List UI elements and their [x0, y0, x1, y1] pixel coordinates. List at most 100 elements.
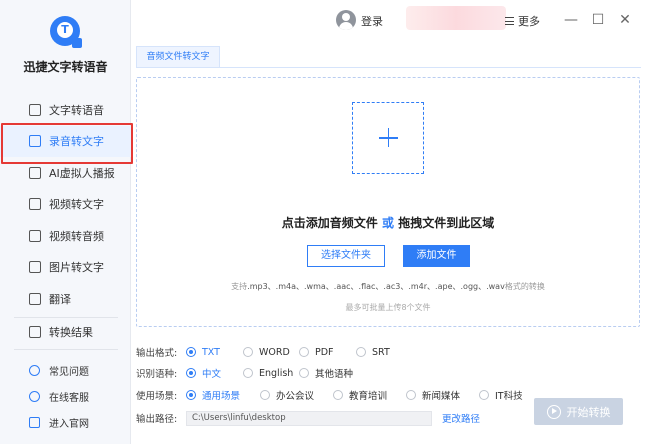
more-label: 更多	[518, 15, 540, 28]
website-label: 进入官网	[49, 418, 89, 430]
monitor-icon	[29, 416, 40, 428]
format-srt-radio[interactable]: SRT	[356, 347, 390, 358]
select-folder-button[interactable]: 选择文件夹	[307, 245, 385, 267]
radio-selected-icon	[186, 368, 196, 378]
support-link[interactable]: 在线客服	[0, 383, 131, 409]
ai-avatar-icon	[29, 166, 41, 179]
language-row: 识别语种: 中文 English 其他语种	[136, 365, 353, 381]
scene-row: 使用场景: 通用场景 办公会议 教育培训 新闻媒体 IT科技	[136, 387, 523, 403]
more-menu-button[interactable]: 更多	[505, 13, 540, 29]
scene-news-label: 新闻媒体	[422, 391, 461, 402]
close-button[interactable]: ✕	[618, 13, 632, 27]
sidebar-item-label: 图片转文字	[49, 261, 104, 275]
sidebar-item-label: 转换结果	[49, 325, 93, 339]
faq-label: 常见问题	[49, 366, 89, 378]
play-icon	[546, 404, 561, 419]
sidebar-nav: 文字转语音 录音转文字 AI虚拟人播报 视频转文字 视频转音频 图片转文字 翻译	[0, 94, 133, 315]
app-logo-icon: T	[50, 16, 82, 48]
format-pdf-label: PDF	[315, 346, 334, 358]
login-link[interactable]: 登录	[361, 13, 383, 29]
sidebar-item-video-to-audio[interactable]: 视频转音频	[0, 220, 131, 252]
sidebar-item-label: 翻译	[49, 292, 71, 306]
video-to-text-icon	[29, 198, 41, 211]
radio-icon	[406, 390, 416, 400]
support-label: 在线客服	[49, 392, 89, 404]
language-chinese-radio[interactable]: 中文	[186, 366, 243, 380]
radio-icon	[260, 390, 270, 400]
faq-link[interactable]: 常见问题	[0, 357, 131, 383]
radio-icon	[299, 368, 309, 378]
language-other-label: 其他语种	[315, 369, 354, 380]
language-other-radio[interactable]: 其他语种	[299, 366, 353, 380]
drop-instruction-part2: 拖拽文件到此区域	[398, 216, 495, 230]
format-srt-label: SRT	[372, 346, 390, 358]
video-to-audio-icon	[29, 229, 41, 242]
website-link[interactable]: 进入官网	[0, 409, 131, 435]
scene-general-radio[interactable]: 通用场景	[186, 388, 260, 402]
change-path-link[interactable]: 更改路径	[442, 411, 480, 425]
add-file-button[interactable]: 添加文件	[403, 245, 470, 267]
scene-education-radio[interactable]: 教育培训	[333, 388, 406, 402]
language-english-label: English	[259, 367, 294, 379]
supported-formats: 支持.mp3、.m4a、.wma、.aac、.flac、.ac3、.m4r、.a…	[137, 281, 639, 292]
scene-label: 使用场景:	[136, 391, 178, 402]
add-file-area[interactable]	[352, 102, 424, 174]
drop-instructions: 点击添加音频文件 或 拖拽文件到此区域	[137, 214, 639, 231]
language-english-radio[interactable]: English	[243, 368, 299, 379]
sidebar-results: 转换结果	[0, 316, 131, 348]
radio-selected-icon	[186, 390, 196, 400]
sidebar-item-label: 录音转文字	[49, 135, 104, 149]
sidebar-item-ai-avatar[interactable]: AI虚拟人播报	[0, 157, 131, 189]
format-pdf-radio[interactable]: PDF	[299, 347, 356, 358]
title-bar: 登录 更多 — ☐ ✕	[131, 0, 650, 40]
scene-it-label: IT科技	[495, 391, 523, 402]
sidebar-item-label: 视频转音频	[49, 229, 104, 243]
avatar[interactable]	[336, 10, 356, 30]
blurred-banner	[406, 6, 506, 30]
scene-it-radio[interactable]: IT科技	[479, 388, 523, 402]
menu-icon	[505, 17, 514, 25]
file-drop-zone[interactable]: 点击添加音频文件 或 拖拽文件到此区域 选择文件夹 添加文件 支持.mp3、.m…	[136, 77, 640, 327]
output-path-row: 输出路径: C:\Users\linfu\desktop 更改路径	[136, 410, 480, 426]
image-to-text-icon	[29, 261, 41, 274]
scene-education-label: 教育培训	[349, 391, 388, 402]
output-path-label: 输出路径:	[136, 414, 178, 425]
scene-meeting-radio[interactable]: 办公会议	[260, 388, 333, 402]
maximize-button[interactable]: ☐	[591, 13, 605, 27]
upload-limit: 最多可批量上传8个文件	[345, 303, 431, 312]
formats-list: .mp3、.m4a、.wma、.aac、.flac、.ac3、.m4r、.ape…	[247, 282, 505, 291]
sidebar-item-label: 文字转语音	[49, 103, 104, 117]
scene-general-label: 通用场景	[202, 391, 241, 402]
sidebar-item-label: AI虚拟人播报	[49, 166, 115, 180]
radio-selected-icon	[186, 347, 196, 357]
audio-to-text-icon	[29, 135, 41, 148]
sidebar-bottom-links: 常见问题 在线客服 进入官网	[0, 357, 131, 435]
sidebar-item-image-to-text[interactable]: 图片转文字	[0, 252, 131, 284]
results-icon	[29, 325, 41, 338]
output-path-field[interactable]: C:\Users\linfu\desktop	[186, 410, 432, 426]
drop-instruction-or: 或	[381, 216, 394, 230]
drop-instruction-part1: 点击添加音频文件	[281, 216, 378, 230]
language-label: 识别语种:	[136, 369, 178, 380]
start-convert-label: 开始转换	[566, 405, 611, 419]
text-to-speech-icon	[29, 103, 41, 116]
sidebar-item-audio-to-text[interactable]: 录音转文字	[0, 122, 133, 163]
scene-meeting-label: 办公会议	[276, 391, 315, 402]
sidebar-item-translate[interactable]: 翻译	[0, 283, 131, 315]
minimize-button[interactable]: —	[564, 13, 578, 27]
tab-audio-file-to-text[interactable]: 音频文件转文字	[136, 46, 220, 68]
sidebar-item-results[interactable]: 转换结果	[0, 316, 131, 348]
sidebar-item-video-to-text[interactable]: 视频转文字	[0, 189, 131, 221]
formats-prefix: 支持	[231, 282, 248, 291]
app-name: 迅捷文字转语音	[23, 60, 108, 74]
sidebar-item-text-to-speech[interactable]: 文字转语音	[0, 94, 131, 126]
radio-icon	[479, 390, 489, 400]
scene-news-radio[interactable]: 新闻媒体	[406, 388, 479, 402]
sidebar: T 迅捷文字转语音 文字转语音 录音转文字 AI虚拟人播报 视频转文字 视频转音…	[0, 0, 133, 444]
format-txt-radio[interactable]: TXT	[186, 347, 243, 358]
start-convert-button[interactable]: 开始转换	[534, 398, 623, 425]
sidebar-divider	[14, 349, 118, 350]
format-word-radio[interactable]: WORD	[243, 347, 299, 358]
help-icon	[29, 364, 40, 376]
formats-suffix: 格式的转换	[504, 282, 545, 291]
